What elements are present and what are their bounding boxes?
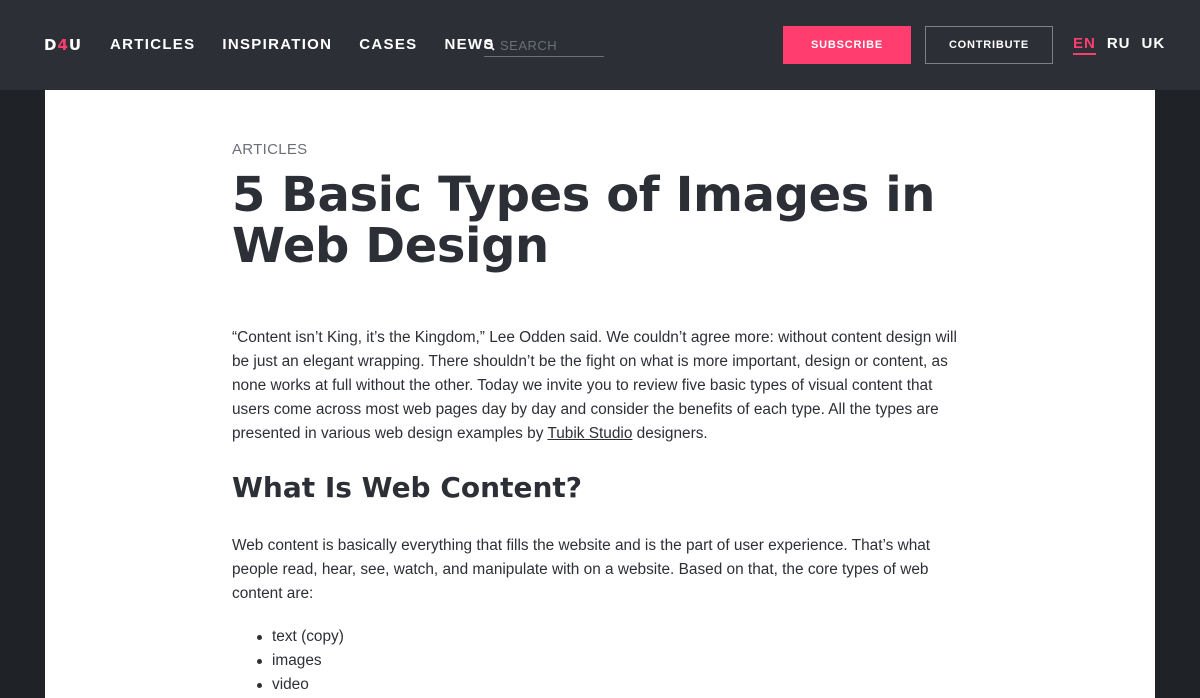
list-item: video — [257, 673, 344, 697]
article-category[interactable]: ARTICLES — [232, 141, 307, 158]
intro-text-end: designers. — [632, 425, 708, 442]
search-box — [484, 34, 604, 57]
nav-articles[interactable]: ARTICLES — [110, 36, 195, 53]
nav-cases[interactable]: CASES — [359, 36, 417, 53]
article-page: ARTICLES 5 Basic Types of Images in Web … — [45, 90, 1155, 698]
nav-inspiration[interactable]: INSPIRATION — [222, 36, 332, 53]
tubik-studio-link[interactable]: Tubik Studio — [547, 425, 632, 442]
top-navigation-bar: D4U ARTICLES INSPIRATION CASES NEWS SUBS… — [0, 0, 1200, 90]
lang-en[interactable]: EN — [1073, 35, 1096, 55]
subscribe-button[interactable]: SUBSCRIBE — [783, 26, 911, 64]
content-types-list: text (copy) images video — [257, 625, 344, 697]
language-switcher: EN RU UK — [1073, 35, 1176, 55]
logo-part-3: U — [68, 36, 83, 54]
list-item: text (copy) — [257, 625, 344, 649]
logo-part-2: 4 — [57, 36, 69, 54]
logo-part-1: D — [44, 36, 58, 54]
section-paragraph: Web content is basically everything that… — [232, 537, 931, 602]
article-title: 5 Basic Types of Images in Web Design — [232, 167, 936, 274]
section-heading: What Is Web Content? — [232, 471, 582, 504]
site-logo[interactable]: D4U — [44, 36, 82, 54]
lang-ru[interactable]: RU — [1107, 35, 1131, 55]
intro-paragraph: “Content isn’t King, it’s the Kingdom,” … — [232, 326, 957, 446]
list-item: images — [257, 649, 344, 673]
contribute-button[interactable]: CONTRIBUTE — [925, 26, 1053, 64]
search-icon — [484, 39, 495, 51]
lang-uk[interactable]: UK — [1142, 35, 1166, 55]
main-nav: ARTICLES INSPIRATION CASES NEWS — [110, 36, 522, 53]
search-input[interactable] — [500, 37, 600, 53]
